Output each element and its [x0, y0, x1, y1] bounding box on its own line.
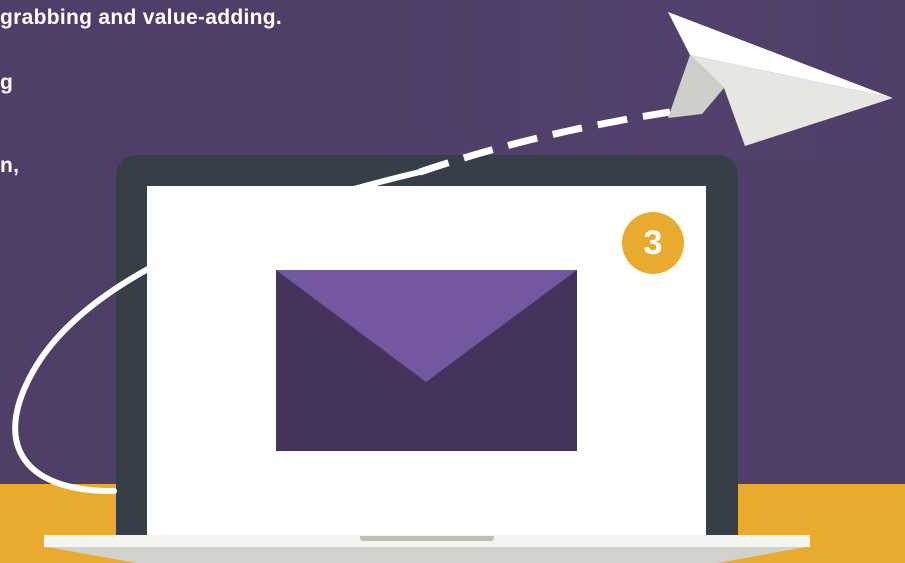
laptop-notch	[360, 536, 494, 541]
background-shade	[380, 0, 905, 160]
notification-badge: 3	[622, 212, 684, 274]
headline-text-line-2: g	[0, 71, 14, 94]
envelope-icon[interactable]	[276, 270, 577, 451]
headline-text-line-3: n,	[0, 154, 20, 177]
headline-text-line-1: grabbing and value-adding.	[0, 6, 282, 29]
